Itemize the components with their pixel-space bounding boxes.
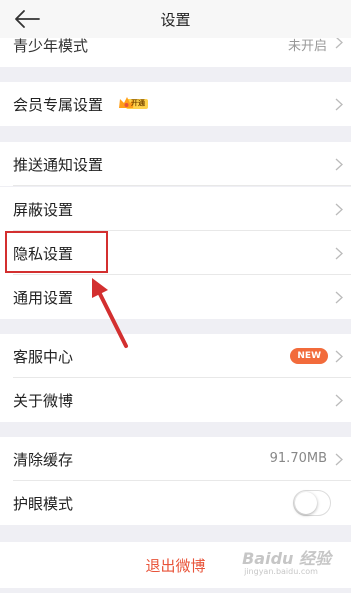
chevron-right-icon bbox=[335, 350, 343, 363]
settings-row-vip[interactable]: 会员专属设置 开通 bbox=[0, 82, 351, 126]
row-label: 客服中心 bbox=[13, 348, 74, 366]
chevron-right-icon bbox=[335, 291, 343, 304]
settings-row-about[interactable]: 关于微博 bbox=[0, 378, 351, 422]
watermark-sub: jingyan.baidu.com bbox=[244, 567, 318, 576]
annotation-arrow-icon bbox=[92, 278, 128, 348]
settings-row-general[interactable]: 通用设置 bbox=[0, 275, 351, 319]
row-label: 屏蔽设置 bbox=[13, 201, 74, 219]
row-label: 青少年模式 bbox=[13, 37, 89, 55]
chevron-right-icon bbox=[335, 394, 343, 407]
chevron-right-icon bbox=[335, 98, 343, 111]
watermark-main: Baidu 经验 bbox=[242, 549, 331, 568]
chevron-right-icon bbox=[335, 158, 343, 171]
eye-protection-toggle[interactable] bbox=[293, 490, 331, 516]
row-label: 护眼模式 bbox=[13, 495, 74, 513]
row-label: 清除缓存 bbox=[13, 451, 74, 469]
settings-row-eye-protection: 护眼模式 bbox=[0, 481, 351, 525]
vip-badge-label: 开通 bbox=[131, 99, 145, 107]
settings-row-customer-service[interactable]: 客服中心 NEW bbox=[0, 334, 351, 378]
annotation-highlight-box bbox=[5, 231, 108, 273]
row-label: 关于微博 bbox=[13, 392, 74, 410]
new-badge: NEW bbox=[290, 348, 328, 364]
settings-row-block[interactable]: 屏蔽设置 bbox=[0, 187, 351, 231]
row-label: 通用设置 bbox=[13, 289, 74, 307]
chevron-right-icon bbox=[335, 453, 343, 466]
row-label: 会员专属设置 bbox=[13, 96, 104, 114]
row-divider bbox=[13, 185, 351, 186]
settings-row-push-notifications[interactable]: 推送通知设置 bbox=[0, 142, 351, 186]
nav-header: 设置 bbox=[0, 0, 351, 38]
page-title: 设置 bbox=[160, 11, 191, 29]
chevron-right-icon bbox=[335, 247, 343, 260]
settings-row-clear-cache[interactable]: 清除缓存 91.70MB bbox=[0, 437, 351, 481]
row-label: 推送通知设置 bbox=[13, 156, 104, 174]
cache-size-value: 91.70MB bbox=[269, 451, 327, 466]
chevron-right-icon bbox=[335, 203, 343, 216]
toggle-knob bbox=[295, 492, 317, 514]
baidu-watermark: Baidu 经验 jingyan.baidu.com bbox=[242, 545, 331, 576]
